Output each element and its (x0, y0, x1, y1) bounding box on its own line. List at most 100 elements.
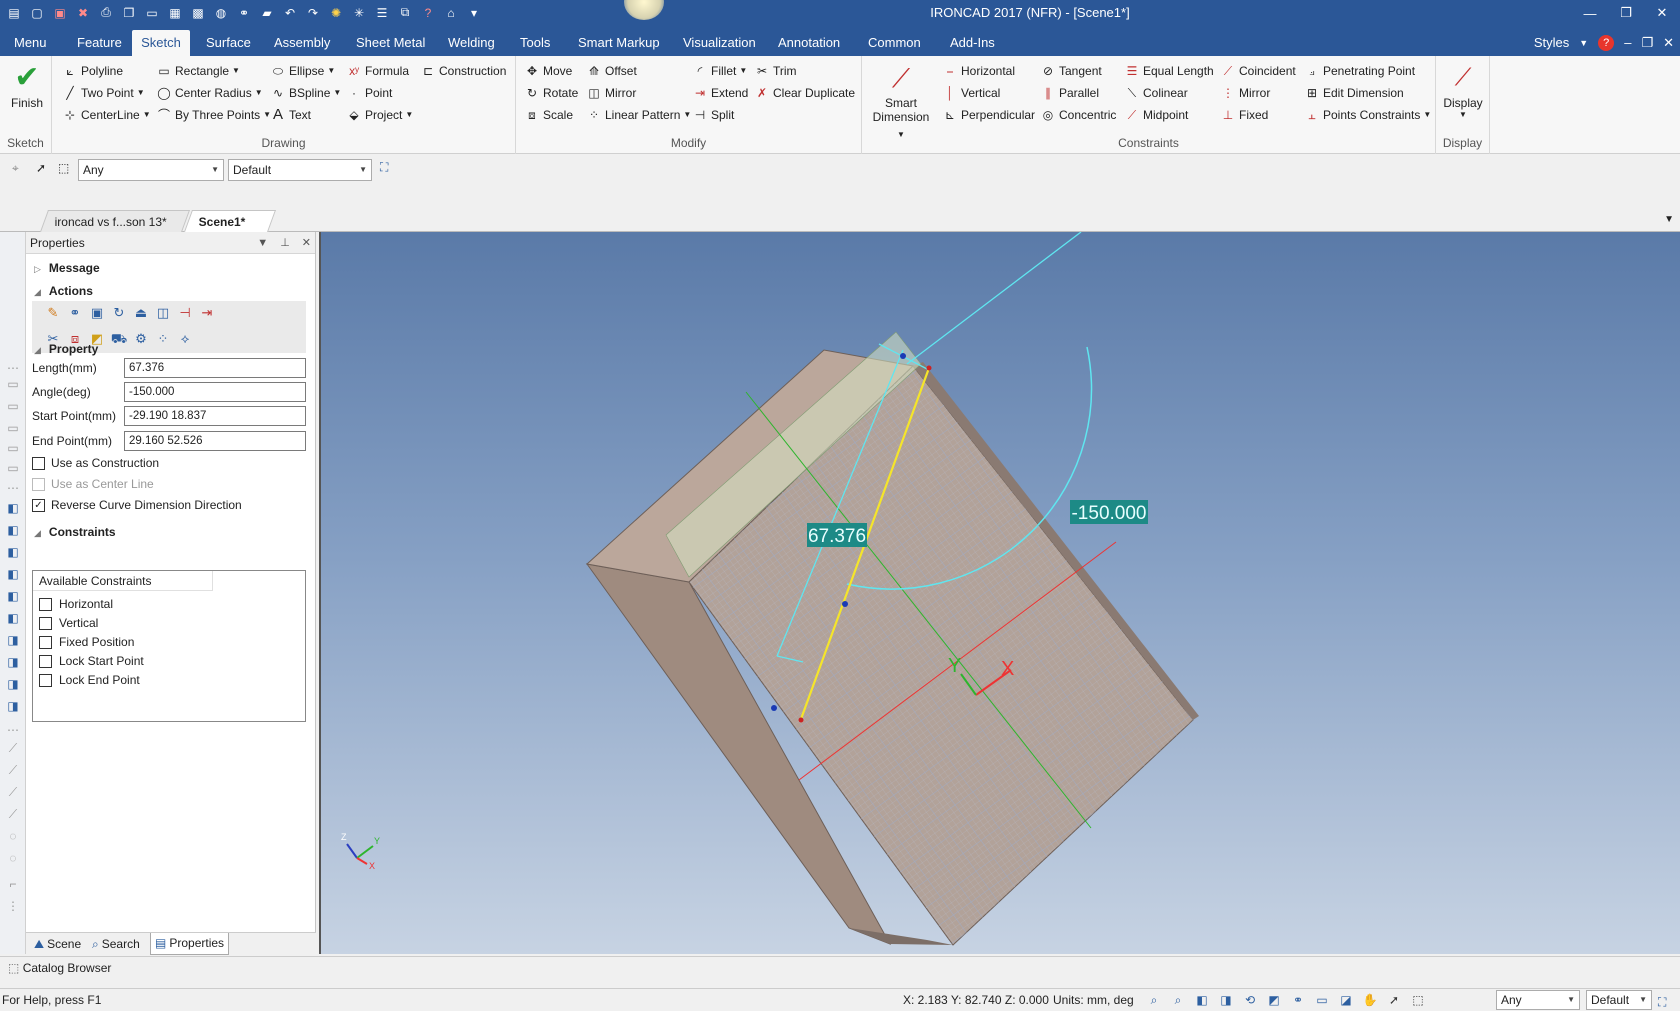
orient-icon[interactable]: ⟲ (1242, 992, 1258, 1008)
text-button[interactable]: A Text (270, 105, 311, 125)
pencil-icon[interactable]: ✎ (44, 304, 62, 322)
view-icon[interactable]: ▭ (5, 420, 21, 436)
point-button[interactable]: · Point (346, 83, 392, 103)
line-start-point[interactable] (798, 717, 804, 723)
ribbon-minimize-icon[interactable]: – (1624, 30, 1631, 56)
gear-icon[interactable]: ⚙ (132, 330, 150, 348)
vehicle-icon[interactable]: ⛟ (110, 330, 128, 348)
frame-icon[interactable]: ▭ (1314, 992, 1330, 1008)
points-constraints-button[interactable]: ⫠ Points Constraints ▼ (1304, 105, 1431, 125)
measure-icon[interactable]: ⟋ (5, 784, 21, 800)
tab-smart-markup[interactable]: Smart Markup (570, 30, 668, 56)
rotate-button[interactable]: ↻ Rotate (524, 83, 578, 103)
section-constraints[interactable]: ◢ Constraints (34, 525, 116, 539)
colinear-button[interactable]: ⟍ Colinear (1124, 83, 1188, 103)
cube-icon[interactable]: ◨ (5, 676, 21, 692)
select-filter-icon[interactable]: ⬚ (58, 161, 69, 175)
status-style-dropdown[interactable]: Default ▼ (1586, 990, 1652, 1010)
move-button[interactable]: ✥ Move (524, 61, 572, 81)
centerline-button[interactable]: ⊹ CenterLine ▼ (62, 105, 151, 125)
angle-input[interactable]: -150.000 (124, 382, 306, 402)
two-point-button[interactable]: ╱ Two Point ▼ (62, 83, 144, 103)
line-end-point[interactable] (926, 365, 932, 371)
split-icon[interactable]: ⊣ (176, 304, 194, 322)
measure-icon[interactable]: ⟋ (5, 806, 21, 822)
three-point-arc-button[interactable]: ⌒ By Three Points ▼ (156, 105, 271, 125)
measure-icon[interactable]: ◌ (5, 850, 21, 866)
tab-add-ins[interactable]: Add-Ins (942, 30, 1003, 56)
select-filter-icon[interactable]: ⬚ (1410, 992, 1426, 1008)
line-mid-point[interactable] (842, 601, 848, 607)
view-icon[interactable]: ▭ (5, 440, 21, 456)
tabs-dropdown-icon[interactable]: ▼ (1664, 214, 1674, 225)
hand-icon[interactable]: ✋ (1362, 992, 1378, 1008)
section-property[interactable]: ◢ Property (34, 342, 98, 356)
center-radius-button[interactable]: ◯ Center Radius ▼ (156, 83, 262, 103)
coincident-button[interactable]: ⟋ Coincident (1220, 61, 1296, 81)
tab-annotation[interactable]: Annotation (770, 30, 848, 56)
hierarchy-icon[interactable]: ⛶ (380, 160, 388, 175)
doc-tab-scene1[interactable]: Scene1*✕ (183, 210, 277, 251)
cube-icon[interactable]: ◧ (5, 610, 21, 626)
display-mode-icon[interactable]: ◪ (1338, 992, 1354, 1008)
equal-length-button[interactable]: ☰ Equal Length (1124, 61, 1214, 81)
reverse-curve-checkbox[interactable]: ✓ Reverse Curve Dimension Direction (32, 498, 242, 512)
trim-button[interactable]: ✂ Trim (754, 61, 797, 81)
fixed-button[interactable]: ⊥ Fixed (1220, 105, 1269, 125)
doc-tab-ironcad-vs[interactable]: ironcad vs f...son 13* (39, 210, 191, 232)
ribbon-close-icon[interactable]: ✕ (1663, 30, 1674, 56)
extend-button[interactable]: ⇥ Extend (692, 83, 748, 103)
tab-sketch[interactable]: Sketch (132, 30, 190, 56)
shape-icon[interactable]: ⏏ (132, 304, 150, 322)
tab-common[interactable]: Common (860, 30, 929, 56)
edit-dimension-button[interactable]: ⊞ Edit Dimension (1304, 83, 1404, 103)
pointer-icon[interactable]: ➚ (1386, 992, 1402, 1008)
pointer-icon[interactable]: ➚ (36, 161, 46, 175)
tab-surface[interactable]: Surface (198, 30, 259, 56)
tab-search[interactable]: ⌕ Search (88, 933, 144, 955)
use-as-construction-checkbox[interactable]: Use as Construction (32, 456, 159, 470)
clear-duplicate-button[interactable]: ✗ Clear Duplicate (754, 83, 855, 103)
tab-assembly[interactable]: Assembly (266, 30, 338, 56)
penetrating-point-button[interactable]: ⟓ Penetrating Point (1304, 61, 1415, 81)
panel-dropdown-icon[interactable]: ▼ (257, 232, 268, 254)
box-icon[interactable]: ▣ (88, 304, 106, 322)
concentric-button[interactable]: ◎ Concentric (1040, 105, 1117, 125)
polyline-button[interactable]: ⟀ Polyline (62, 61, 123, 81)
pattern-icon[interactable]: ⁘ (154, 330, 172, 348)
nodes-icon[interactable]: ⟡ (176, 330, 194, 348)
close-icon[interactable]: ✕ (1644, 0, 1680, 26)
constraint-lock-end-checkbox[interactable]: Lock End Point (39, 673, 140, 687)
selection-filter-dropdown[interactable]: Any ▼ (78, 159, 224, 181)
finish-button[interactable]: ✔ Finish (6, 60, 48, 110)
offset-button[interactable]: ⟰ Offset (586, 61, 637, 81)
cube-icon[interactable]: ◨ (5, 632, 21, 648)
tab-tools[interactable]: Tools (512, 30, 558, 56)
end-point-input[interactable]: 29.160 52.526 (124, 431, 306, 451)
tab-properties[interactable]: ▤ Properties (150, 933, 230, 955)
pin-icon[interactable]: ⊥ (280, 232, 290, 254)
cube-view-icon[interactable]: ◨ (1218, 992, 1234, 1008)
zoom-icon[interactable]: ⌕ (1146, 992, 1162, 1008)
mirror-button[interactable]: ◫ Mirror (586, 83, 636, 103)
vertical-constraint-button[interactable]: │ Vertical (942, 83, 1000, 103)
mirror-icon[interactable]: ◫ (154, 304, 172, 322)
cube-icon[interactable]: ◧ (5, 500, 21, 516)
minimize-icon[interactable]: — (1572, 0, 1608, 26)
tab-sheet-metal[interactable]: Sheet Metal (348, 30, 433, 56)
styles-menu[interactable]: Styles (1534, 30, 1569, 56)
constraint-lock-start-checkbox[interactable]: Lock Start Point (39, 654, 144, 668)
smart-dimension-button[interactable]: ⟋ Smart Dimension ▼ (868, 60, 934, 142)
fillet-button[interactable]: ◜ Fillet ▼ (692, 61, 748, 81)
tab-visualization[interactable]: Visualization (675, 30, 764, 56)
cube-icon[interactable]: ◨ (5, 698, 21, 714)
zoom-dropdown-icon[interactable]: ⌕ (1170, 992, 1186, 1008)
tab-welding[interactable]: Welding (440, 30, 503, 56)
scene-canvas[interactable]: 67.376 -150.000 X Y Z Y X (321, 232, 1680, 954)
horizontal-constraint-button[interactable]: ⎯ Horizontal (942, 61, 1015, 81)
tangent-button[interactable]: ⊘ Tangent (1040, 61, 1102, 81)
length-input[interactable]: 67.376 (124, 358, 306, 378)
bspline-button[interactable]: ∿ BSpline ▼ (270, 83, 341, 103)
project-button[interactable]: ⬙ Project ▼ (346, 105, 413, 125)
extend-icon[interactable]: ⇥ (198, 304, 216, 322)
